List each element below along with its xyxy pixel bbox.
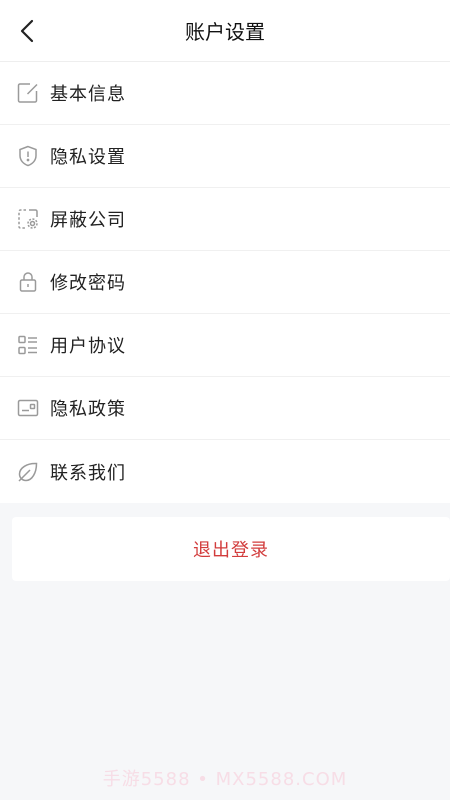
page-title: 账户设置 [185, 20, 265, 44]
logout-button[interactable]: 退出登录 [12, 517, 450, 581]
edit-icon [16, 81, 40, 105]
menu-item-basic-info[interactable]: 基本信息 [0, 62, 450, 125]
lock-icon [16, 270, 40, 294]
menu-item-label: 基本信息 [50, 84, 126, 105]
watermark: 手游5588 • MX5588.COM [102, 769, 348, 790]
menu-item-user-agreement[interactable]: 用户协议 [0, 314, 450, 377]
card-icon [16, 396, 40, 420]
logout-label: 退出登录 [193, 540, 269, 561]
block-settings-icon [16, 207, 40, 231]
menu-item-contact-us[interactable]: 联系我们 [0, 440, 450, 503]
menu-item-change-password[interactable]: 修改密码 [0, 251, 450, 314]
menu-item-label: 联系我们 [50, 462, 126, 484]
settings-menu: 基本信息 隐私设置 屏蔽公司 修改密码 用户协议 隐私政策 联系我们 [0, 62, 450, 503]
menu-item-block-companies[interactable]: 屏蔽公司 [0, 188, 450, 251]
menu-item-privacy-policy[interactable]: 隐私政策 [0, 377, 450, 440]
menu-item-label: 用户协议 [50, 336, 126, 357]
list-icon [16, 333, 40, 357]
menu-item-label: 屏蔽公司 [50, 210, 126, 231]
menu-item-privacy-settings[interactable]: 隐私设置 [0, 125, 450, 188]
shield-icon [16, 144, 40, 168]
top-bar: 账户设置 [0, 0, 450, 62]
leaf-icon [16, 460, 40, 484]
menu-item-label: 隐私设置 [50, 147, 126, 168]
menu-item-label: 隐私政策 [50, 399, 126, 420]
menu-item-label: 修改密码 [50, 273, 126, 294]
